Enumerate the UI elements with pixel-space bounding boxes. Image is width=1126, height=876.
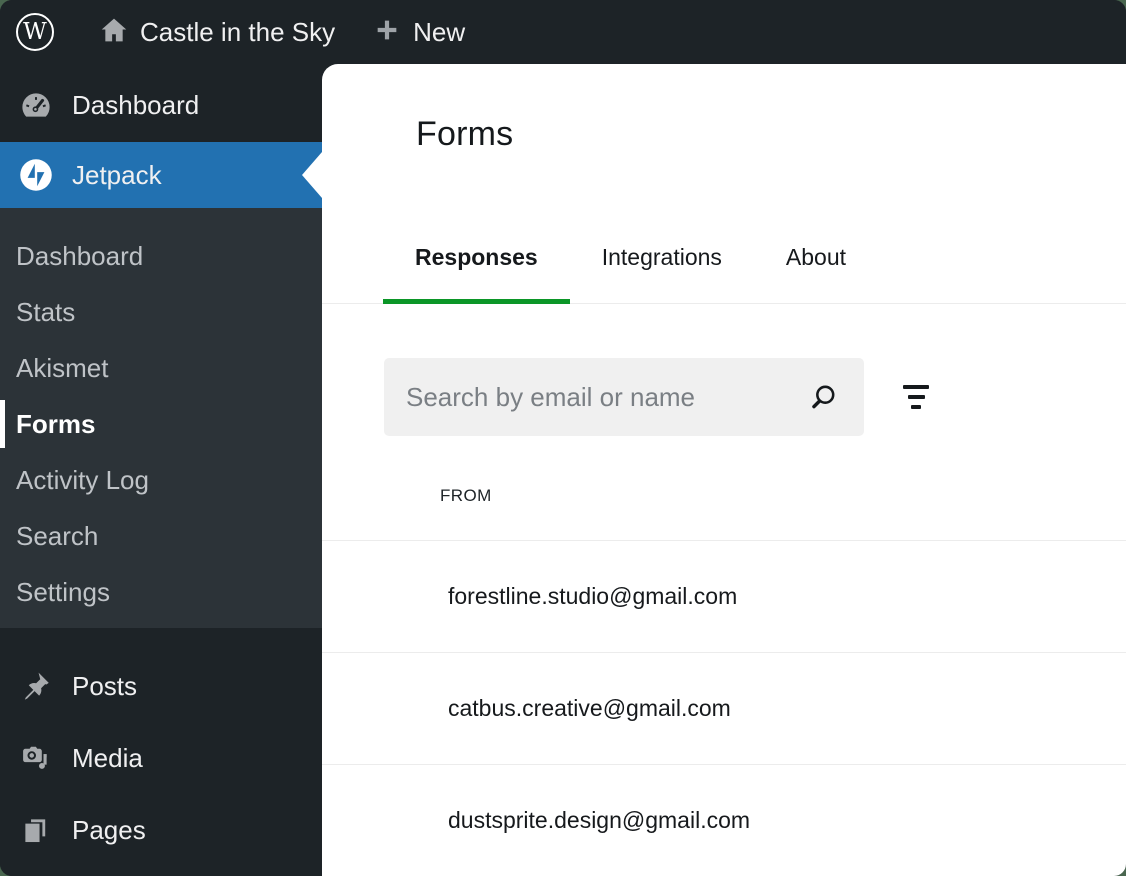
sidebar-bottom-group: Posts Media: [0, 628, 322, 866]
response-from-email: forestline.studio@gmail.com: [448, 583, 737, 610]
sidebar-item-pages[interactable]: Pages: [0, 794, 322, 866]
search-icon[interactable]: [806, 380, 840, 414]
admin-sidebar: Dashboard Jetpack Dashboard Stats Akisme…: [0, 64, 322, 876]
column-header-from: FROM: [440, 486, 492, 505]
tab-responses[interactable]: Responses: [383, 244, 570, 303]
table-row[interactable]: dustsprite.design@gmail.com: [322, 765, 1126, 876]
submenu-item-settings[interactable]: Settings: [0, 564, 322, 620]
dashboard-icon: [18, 88, 54, 122]
jetpack-submenu: Dashboard Stats Akismet Forms Activity L…: [0, 208, 322, 628]
response-from-email: catbus.creative@gmail.com: [448, 695, 731, 722]
filter-icon[interactable]: [894, 375, 938, 419]
plus-icon: [373, 16, 401, 49]
forms-main-panel: Forms Responses Integrations About: [322, 64, 1126, 876]
sidebar-item-label: Pages: [72, 815, 146, 846]
submenu-item-dashboard[interactable]: Dashboard: [0, 228, 322, 284]
pages-icon: [18, 813, 54, 847]
wordpress-logo-icon[interactable]: W: [16, 13, 54, 51]
submenu-item-stats[interactable]: Stats: [0, 284, 322, 340]
home-icon: [98, 14, 130, 51]
tab-integrations[interactable]: Integrations: [570, 244, 754, 303]
new-label: New: [413, 17, 465, 48]
responses-toolbar: [384, 358, 1126, 436]
media-icon: [18, 741, 54, 775]
search-input[interactable]: [384, 358, 864, 436]
admin-layout: Dashboard Jetpack Dashboard Stats Akisme…: [0, 64, 1126, 876]
sidebar-item-dashboard[interactable]: Dashboard: [0, 74, 322, 136]
sidebar-item-label: Media: [72, 743, 143, 774]
jetpack-icon: [18, 155, 54, 195]
sidebar-item-posts[interactable]: Posts: [0, 650, 322, 722]
table-row[interactable]: catbus.creative@gmail.com: [322, 653, 1126, 765]
new-content-button[interactable]: New: [373, 16, 465, 49]
sidebar-item-jetpack[interactable]: Jetpack: [0, 142, 322, 208]
submenu-item-activity-log[interactable]: Activity Log: [0, 452, 322, 508]
posts-icon: [18, 669, 54, 703]
admin-bar: W Castle in the Sky New: [0, 0, 1126, 64]
page-title: Forms: [416, 114, 1126, 154]
sidebar-item-label: Dashboard: [72, 90, 199, 121]
sidebar-item-media[interactable]: Media: [0, 722, 322, 794]
submenu-item-forms[interactable]: Forms: [0, 396, 322, 452]
search-box: [384, 358, 864, 436]
sidebar-item-label: Posts: [72, 671, 137, 702]
site-home-link[interactable]: Castle in the Sky: [98, 14, 335, 51]
site-name: Castle in the Sky: [140, 17, 335, 48]
table-row[interactable]: forestline.studio@gmail.com: [322, 541, 1126, 653]
tab-about[interactable]: About: [754, 244, 878, 303]
responses-table-header: FROM: [322, 436, 1126, 541]
submenu-item-search[interactable]: Search: [0, 508, 322, 564]
wordpress-admin-window: W Castle in the Sky New: [0, 0, 1126, 876]
response-from-email: dustsprite.design@gmail.com: [448, 807, 750, 834]
sidebar-item-label: Jetpack: [72, 160, 162, 191]
submenu-item-akismet[interactable]: Akismet: [0, 340, 322, 396]
forms-tab-bar: Responses Integrations About: [322, 244, 1126, 304]
